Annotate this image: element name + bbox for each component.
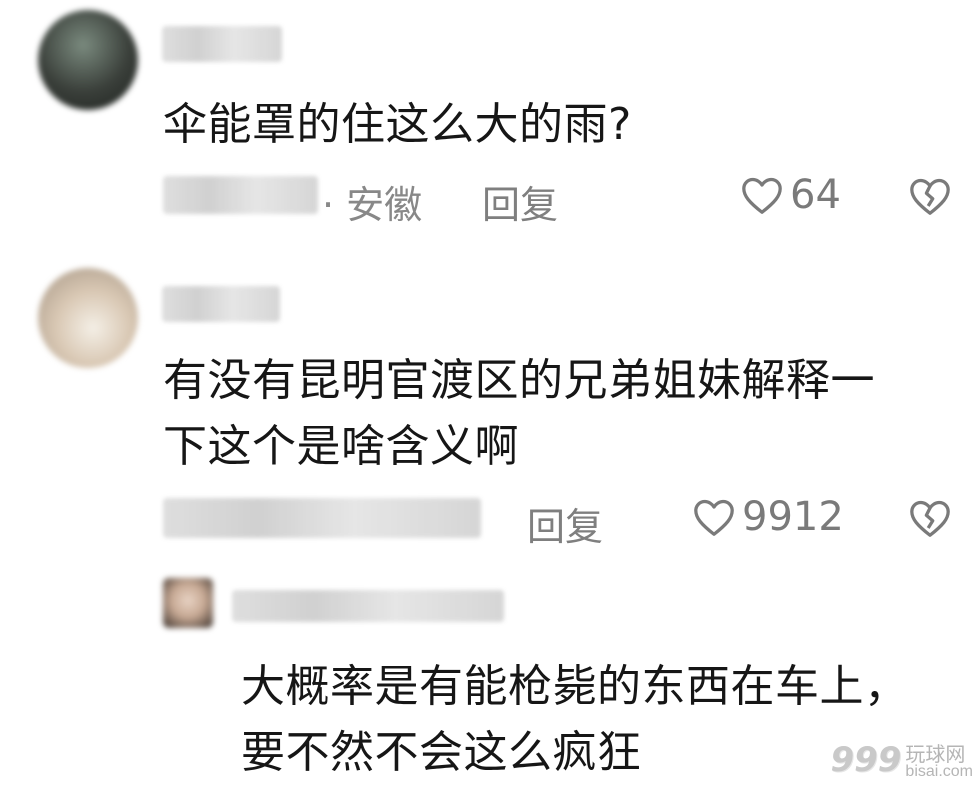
heart-outline-icon <box>692 497 736 537</box>
avatar[interactable] <box>38 10 138 110</box>
like-count: 64 <box>790 172 841 218</box>
reply-button[interactable]: 回复 <box>527 496 603 551</box>
broken-heart-icon[interactable] <box>908 498 952 538</box>
reply-text-line2: 要不然不会这么疯狂 <box>241 727 642 778</box>
heart-outline-icon <box>740 175 784 215</box>
comment-text: 伞能罩的住这么大的雨? <box>163 99 632 150</box>
reply-username-blurred[interactable] <box>232 590 504 622</box>
like-count: 9912 <box>742 494 844 540</box>
comment-text-line1: 有没有昆明官渡区的兄弟姐妹解释一 <box>163 355 875 406</box>
comment-2: 有没有昆明官渡区的兄弟姐妹解释一 下这个是啥含义啊 回复 9912 <box>0 250 979 560</box>
watermark-number: 999 <box>830 740 902 780</box>
location-text: · 安徽 <box>322 183 423 227</box>
watermark-en: bisai.com <box>905 763 973 780</box>
timestamp-blurred <box>163 176 318 214</box>
like-button[interactable]: 64 <box>740 172 841 218</box>
watermark-cn: 玩球网 <box>905 742 966 766</box>
avatar[interactable] <box>38 268 138 368</box>
watermark: 999 玩球网 bisai.com <box>830 740 973 780</box>
like-button[interactable]: 9912 <box>692 494 844 540</box>
timestamp-location-blurred <box>163 498 481 538</box>
comment-1: 伞能罩的住这么大的雨? · 安徽 回复 64 <box>0 0 979 250</box>
username-blurred[interactable] <box>162 26 282 62</box>
reply-text-line1: 大概率是有能枪毙的东西在车上， <box>241 661 909 712</box>
username-blurred[interactable] <box>162 286 280 322</box>
reply-avatar[interactable] <box>163 578 213 628</box>
reply-button[interactable]: 回复 <box>482 174 558 229</box>
broken-heart-icon[interactable] <box>908 176 952 216</box>
comment-text-line2: 下这个是啥含义啊 <box>163 421 519 472</box>
